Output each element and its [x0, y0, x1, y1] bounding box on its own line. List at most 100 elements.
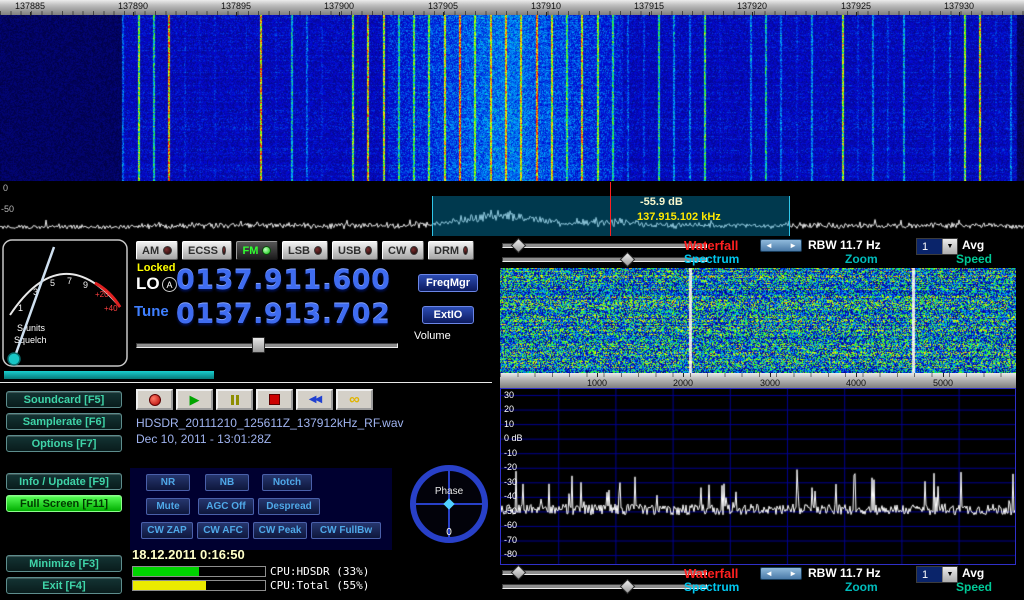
spectrum-contrast-handle[interactable]	[620, 252, 636, 268]
phase-scope[interactable]: Phase 0	[404, 456, 494, 548]
mode-led-icon	[463, 246, 468, 255]
zoom2-label: Zoom	[845, 580, 878, 594]
record-button[interactable]	[136, 389, 173, 410]
mute-button[interactable]: Mute	[146, 498, 190, 515]
cpu-total-bar	[132, 580, 266, 591]
fullscreen-button[interactable]: Full Screen [F11]	[6, 495, 122, 512]
phase-value: 0	[446, 527, 452, 538]
mini-spectrum-db-top: 0	[3, 183, 8, 193]
scale-label: 3000	[760, 378, 780, 388]
mode-button-fm[interactable]: FM	[236, 241, 278, 260]
s-meter: 1 3 5 7 9 +20 +40 S-units Squelch	[2, 239, 128, 367]
avg-label: Avg	[962, 238, 984, 252]
spectrum2-contrast-track[interactable]	[502, 584, 707, 589]
lo-a-badge-icon[interactable]: A	[162, 277, 177, 292]
squelch-level-bar[interactable]	[4, 371, 214, 379]
scale-label: 1000	[587, 378, 607, 388]
loop-icon: ∞	[349, 392, 360, 407]
nr-button[interactable]: NR	[146, 474, 190, 491]
mode-button-ecss[interactable]: ECSS	[182, 241, 232, 260]
exit-button[interactable]: Exit [F4]	[6, 577, 122, 594]
waterfall-contrast-track[interactable]	[502, 243, 707, 248]
mode-button-cw[interactable]: CW	[382, 241, 424, 260]
mode-led-icon	[262, 246, 271, 255]
audio-spectrum-panel[interactable]: 30 20 10 0 dB -10 -20 -30 -40 -50 -60 -7…	[500, 388, 1016, 565]
cw-peak-button[interactable]: CW Peak	[253, 522, 307, 539]
rbw2-readout: RBW 11.7 Hz	[808, 566, 881, 580]
passband-selection[interactable]	[432, 196, 790, 236]
zoom-in-arrow-icon[interactable]: ►	[789, 241, 797, 250]
zoom2-arrows[interactable]: ◄ ►	[760, 567, 802, 580]
dropdown-arrow-icon[interactable]: ▼	[942, 239, 957, 254]
volume-slider-track[interactable]	[136, 343, 398, 348]
mode-button-drm[interactable]: DRM	[428, 241, 474, 260]
info-update-button[interactable]: Info / Update [F9]	[6, 473, 122, 490]
s-meter-tick: 9	[83, 280, 88, 290]
stop-button[interactable]	[256, 389, 293, 410]
waterfall-tab[interactable]: Waterfall	[684, 238, 738, 253]
spectrum-tab[interactable]: Spectrum	[684, 252, 739, 266]
tune-frequency-display[interactable]: 0137.913.702	[176, 299, 390, 330]
scale-label: 2000	[673, 378, 693, 388]
scale-minor-ticks	[500, 373, 1016, 377]
waterfall2-contrast-handle[interactable]	[511, 565, 527, 581]
waterfall2-tab[interactable]: Waterfall	[684, 566, 738, 581]
audio-spectrum[interactable]	[501, 389, 1015, 564]
mode-led-icon	[222, 246, 226, 255]
cw-zap-button[interactable]: CW ZAP	[141, 522, 193, 539]
mode-button-usb[interactable]: USB	[332, 241, 378, 260]
speed2-label: Speed	[956, 580, 992, 594]
audio-waterfall[interactable]	[500, 268, 1016, 373]
volume-slider-handle[interactable]	[252, 337, 265, 353]
play-button[interactable]: ▶	[176, 389, 213, 410]
mode-button-am[interactable]: AM	[136, 241, 178, 260]
nb-button[interactable]: NB	[205, 474, 249, 491]
main-waterfall[interactable]	[0, 0, 1024, 181]
db-scale-label: -10	[504, 448, 517, 458]
mode-label: ECSS	[188, 245, 218, 257]
mode-label: AM	[142, 245, 159, 257]
mode-button-lsb[interactable]: LSB	[282, 241, 328, 260]
scale-label: 5000	[933, 378, 953, 388]
lo-frequency-display[interactable]: 0137.911.600	[176, 265, 390, 296]
zoom-out-arrow-icon[interactable]: ◄	[765, 569, 773, 578]
minimize-button[interactable]: Minimize [F3]	[6, 555, 122, 572]
ruler-label: 137915	[634, 1, 664, 11]
avg2-dropdown[interactable]: 1 ▼	[916, 566, 958, 583]
db-scale-label: 10	[504, 419, 514, 429]
notch-button[interactable]: Notch	[262, 474, 312, 491]
cw-fullbw-button[interactable]: CW FullBw	[311, 522, 381, 539]
zoom-arrows[interactable]: ◄ ►	[760, 239, 802, 252]
pause-button[interactable]	[216, 389, 253, 410]
recording-date: Dec 10, 2011 - 13:01:28Z	[136, 432, 271, 446]
avg-dropdown[interactable]: 1 ▼	[916, 238, 958, 255]
dropdown-arrow-icon[interactable]: ▼	[942, 567, 957, 582]
loop-button[interactable]: ∞	[336, 389, 373, 410]
freqmgr-button[interactable]: FreqMgr	[418, 274, 478, 292]
waterfall-contrast-handle[interactable]	[511, 238, 527, 254]
spectrum-contrast-track[interactable]	[502, 257, 707, 262]
lo-label: LO	[136, 274, 160, 294]
agc-button[interactable]: AGC Off	[198, 498, 254, 515]
volume-label: Volume	[414, 330, 451, 342]
despread-button[interactable]: Despread	[258, 498, 320, 515]
cursor-db-readout: -55.9 dB	[640, 196, 683, 208]
cw-afc-button[interactable]: CW AFC	[197, 522, 249, 539]
ruler-label: 137930	[944, 1, 974, 11]
cpu-hdsdr-bar-fill	[133, 567, 199, 576]
soundcard-button[interactable]: Soundcard [F5]	[6, 391, 122, 408]
spectrum2-tab[interactable]: Spectrum	[684, 580, 739, 594]
waterfall2-contrast-track[interactable]	[502, 570, 707, 575]
samplerate-button[interactable]: Samplerate [F6]	[6, 413, 122, 430]
audio-frequency-scale[interactable]: 1000 2000 3000 4000 5000	[500, 373, 1016, 388]
zoom-in-arrow-icon[interactable]: ►	[789, 569, 797, 578]
spectrum2-contrast-handle[interactable]	[620, 579, 636, 595]
squelch-knob[interactable]	[8, 353, 20, 365]
mode-led-icon	[163, 246, 172, 255]
zoom-out-arrow-icon[interactable]: ◄	[765, 241, 773, 250]
frequency-ruler[interactable]: 137885 137890 137895 137900 137905 13791…	[0, 0, 1024, 15]
options-button[interactable]: Options [F7]	[6, 435, 122, 452]
rewind-button[interactable]: ◀◀	[296, 389, 333, 410]
db-scale-label: -80	[504, 549, 517, 559]
extio-button[interactable]: ExtIO	[422, 306, 474, 324]
